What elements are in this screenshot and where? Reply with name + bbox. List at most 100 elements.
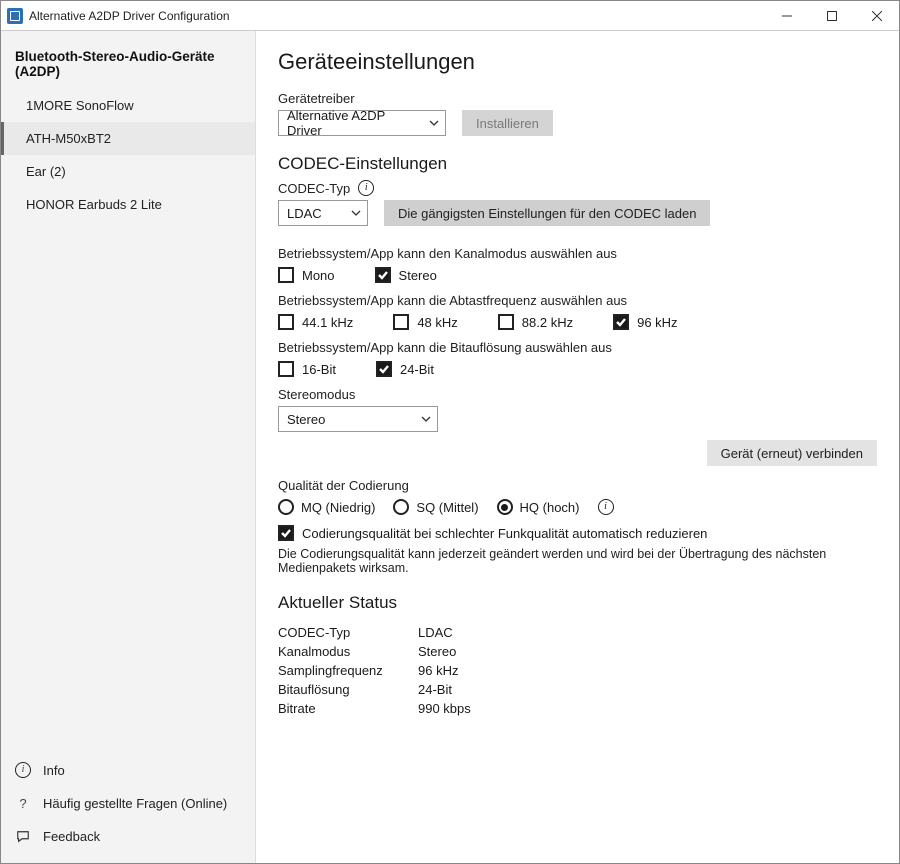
checkbox-box: [376, 361, 392, 377]
checkbox-label: 44.1 kHz: [302, 315, 353, 330]
codec-heading: CODEC-Einstellungen: [278, 154, 877, 174]
checkbox-24bit[interactable]: 24-Bit: [376, 361, 434, 377]
app-icon: [7, 8, 23, 24]
status-row-bitrate: Bitrate 990 kbps: [278, 699, 877, 718]
sidebar-header: Bluetooth-Stereo-Audio-Geräte (A2DP): [1, 43, 255, 89]
sidebar-footer: i Info ? Häufig gestellte Fragen (Online…: [1, 753, 255, 863]
status-heading: Aktueller Status: [278, 593, 877, 613]
checkbox-label: 48 kHz: [417, 315, 457, 330]
checkbox-box: [498, 314, 514, 330]
device-item-1more[interactable]: 1MORE SonoFlow: [1, 89, 255, 122]
device-label: Ear (2): [26, 164, 66, 179]
checkbox-box: [375, 267, 391, 283]
radio-label: HQ (hoch): [520, 500, 580, 515]
checkbox-88khz[interactable]: 88.2 kHz: [498, 314, 573, 330]
checkbox-box: [613, 314, 629, 330]
checkbox-auto-reduce[interactable]: Codierungsqualität bei schlechter Funkqu…: [278, 525, 877, 541]
radio-mq[interactable]: MQ (Niedrig): [278, 499, 375, 515]
driver-select[interactable]: Alternative A2DP Driver: [278, 110, 446, 136]
device-label: HONOR Earbuds 2 Lite: [26, 197, 162, 212]
checkbox-label: Codierungsqualität bei schlechter Funkqu…: [302, 526, 707, 541]
radio-sq[interactable]: SQ (Mittel): [393, 499, 478, 515]
channel-mode-label: Betriebssystem/App kann den Kanalmodus a…: [278, 246, 877, 261]
codec-type-value: LDAC: [287, 206, 322, 221]
codec-type-label-text: CODEC-Typ: [278, 181, 350, 196]
stereo-mode-select[interactable]: Stereo: [278, 406, 438, 432]
sidebar-item-label: Info: [43, 763, 65, 778]
checkbox-stereo[interactable]: Stereo: [375, 267, 437, 283]
bit-depth-label: Betriebssystem/App kann die Bitauflösung…: [278, 340, 877, 355]
status-key: Kanalmodus: [278, 644, 418, 659]
device-item-ath[interactable]: ATH-M50xBT2: [1, 122, 255, 155]
checkbox-label: 24-Bit: [400, 362, 434, 377]
info-icon[interactable]: i: [358, 180, 374, 196]
feedback-icon: [15, 830, 31, 844]
checkbox-box: [278, 314, 294, 330]
checkbox-label: 96 kHz: [637, 315, 677, 330]
load-defaults-button[interactable]: Die gängigsten Einstellungen für den COD…: [384, 200, 710, 226]
close-button[interactable]: [854, 1, 899, 30]
status-row-bits: Bitauflösung 24-Bit: [278, 680, 877, 699]
sidebar-item-label: Häufig gestellte Fragen (Online): [43, 796, 227, 811]
stereo-mode-value: Stereo: [287, 412, 325, 427]
status-value: 24-Bit: [418, 682, 452, 697]
page-title: Geräteeinstellungen: [278, 49, 877, 75]
maximize-button[interactable]: [809, 1, 854, 30]
quality-note: Die Codierungsqualität kann jederzeit ge…: [278, 547, 877, 575]
device-item-ear2[interactable]: Ear (2): [1, 155, 255, 188]
sample-rate-label: Betriebssystem/App kann die Abtastfreque…: [278, 293, 877, 308]
status-key: Bitauflösung: [278, 682, 418, 697]
radio-hq[interactable]: HQ (hoch): [497, 499, 580, 515]
radio-label: SQ (Mittel): [416, 500, 478, 515]
install-button[interactable]: Installieren: [462, 110, 553, 136]
checkbox-box: [278, 267, 294, 283]
sidebar-faq[interactable]: ? Häufig gestellte Fragen (Online): [1, 787, 255, 820]
reconnect-button[interactable]: Gerät (erneut) verbinden: [707, 440, 877, 466]
checkbox-44khz[interactable]: 44.1 kHz: [278, 314, 353, 330]
checkbox-box: [278, 525, 294, 541]
status-table: CODEC-Typ LDAC Kanalmodus Stereo Samplin…: [278, 623, 877, 718]
radio-label: MQ (Niedrig): [301, 500, 375, 515]
checkbox-label: 16-Bit: [302, 362, 336, 377]
status-value: LDAC: [418, 625, 453, 640]
checkbox-16bit[interactable]: 16-Bit: [278, 361, 336, 377]
radio-dot: [497, 499, 513, 515]
driver-label: Gerätetreiber: [278, 91, 877, 106]
sidebar-feedback[interactable]: Feedback: [1, 820, 255, 853]
device-item-honor[interactable]: HONOR Earbuds 2 Lite: [1, 188, 255, 221]
codec-type-label: CODEC-Typ i: [278, 180, 877, 196]
sidebar-info[interactable]: i Info: [1, 753, 255, 787]
status-row-rate: Samplingfrequenz 96 kHz: [278, 661, 877, 680]
radio-dot: [278, 499, 294, 515]
info-icon[interactable]: i: [598, 499, 614, 515]
checkbox-mono[interactable]: Mono: [278, 267, 335, 283]
minimize-button[interactable]: [764, 1, 809, 30]
status-key: Bitrate: [278, 701, 418, 716]
status-value: 96 kHz: [418, 663, 458, 678]
radio-dot: [393, 499, 409, 515]
checkbox-label: Stereo: [399, 268, 437, 283]
status-row-codec: CODEC-Typ LDAC: [278, 623, 877, 642]
status-value: 990 kbps: [418, 701, 471, 716]
sidebar: Bluetooth-Stereo-Audio-Geräte (A2DP) 1MO…: [1, 31, 256, 863]
quality-label: Qualität der Codierung: [278, 478, 877, 493]
info-icon: i: [15, 762, 31, 778]
checkbox-label: Mono: [302, 268, 335, 283]
device-label: 1MORE SonoFlow: [26, 98, 134, 113]
titlebar: Alternative A2DP Driver Configuration: [1, 1, 899, 31]
checkbox-box: [393, 314, 409, 330]
chevron-down-icon: [421, 412, 431, 427]
checkbox-label: 88.2 kHz: [522, 315, 573, 330]
window-controls: [764, 1, 899, 30]
codec-type-select[interactable]: LDAC: [278, 200, 368, 226]
status-row-channel: Kanalmodus Stereo: [278, 642, 877, 661]
device-list: 1MORE SonoFlow ATH-M50xBT2 Ear (2) HONOR…: [1, 89, 255, 221]
checkbox-96khz[interactable]: 96 kHz: [613, 314, 677, 330]
status-key: Samplingfrequenz: [278, 663, 418, 678]
chevron-down-icon: [351, 206, 361, 221]
content-area: Geräteeinstellungen Gerätetreiber Altern…: [256, 31, 899, 863]
checkbox-48khz[interactable]: 48 kHz: [393, 314, 457, 330]
stereo-mode-label: Stereomodus: [278, 387, 877, 402]
window-title: Alternative A2DP Driver Configuration: [29, 9, 230, 23]
question-icon: ?: [15, 796, 31, 811]
